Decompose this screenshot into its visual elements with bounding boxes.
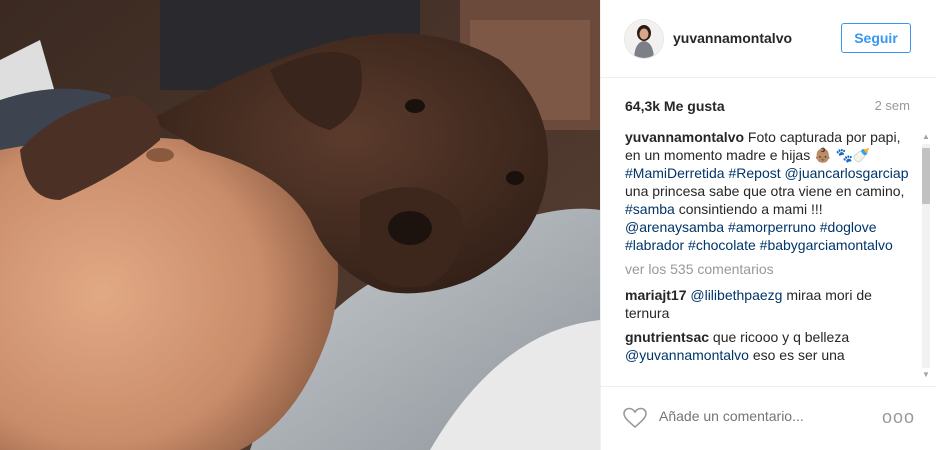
hashtag-repost[interactable]: #Repost	[728, 165, 780, 181]
comment-text: que ricooo y q belleza	[712, 329, 850, 345]
hashtag-labrador[interactable]: #labrador	[625, 237, 684, 253]
comment-mention[interactable]: @lilibethpaezg	[690, 287, 782, 303]
comment-item: gnutrientsac que ricooo y q belleza @yuv…	[625, 328, 909, 364]
comments-scrollbar[interactable]: ▲ ▼	[919, 132, 933, 380]
post-time[interactable]: 2 sem	[875, 98, 910, 113]
post-side-panel: yuvannamontalvo Seguir 64,3k Me gusta 2 …	[600, 0, 936, 450]
view-all-comments-link[interactable]: ver los 535 comentarios	[625, 260, 909, 278]
instagram-post: yuvannamontalvo Seguir 64,3k Me gusta 2 …	[0, 0, 936, 450]
caption-username[interactable]: yuvannamontalvo	[625, 129, 744, 145]
hashtag-samba[interactable]: #samba	[625, 201, 675, 217]
photo-dog-and-belly	[0, 0, 600, 450]
mention-arenaysamba[interactable]: @arenaysamba	[625, 219, 724, 235]
more-options-icon[interactable]: ooo	[882, 408, 915, 426]
hashtag-chocolate[interactable]: #chocolate	[688, 237, 756, 253]
add-comment-input[interactable]	[659, 408, 869, 424]
add-comment-bar: ooo	[601, 386, 936, 450]
caption-text-2: una princesa sabe que otra viene en cami…	[625, 183, 905, 199]
avatar-image	[625, 20, 663, 58]
mention-juancarlosgarciap[interactable]: @juancarlosgarciap	[785, 165, 909, 181]
hashtag-babygarciamontalvo[interactable]: #babygarciamontalvo	[760, 237, 893, 253]
follow-button[interactable]: Seguir	[841, 23, 911, 53]
post-header: yuvannamontalvo Seguir	[601, 0, 936, 78]
scroll-up-arrow-icon[interactable]: ▲	[921, 132, 931, 142]
post-caption: yuvannamontalvo Foto capturada por papi,…	[625, 128, 909, 254]
comments-list: yuvannamontalvo Foto capturada por papi,…	[625, 128, 909, 380]
caption-text-3: consintiendo a mami !!!	[678, 201, 823, 217]
comment-username[interactable]: gnutrientsac	[625, 329, 709, 345]
comment-item: mariajt17 @lilibethpaezg miraa mori de t…	[625, 286, 909, 322]
post-photo[interactable]	[0, 0, 600, 450]
comment-mention[interactable]: @yuvannamontalvo	[625, 347, 749, 363]
hashtag-doglove[interactable]: #doglove	[820, 219, 877, 235]
post-username[interactable]: yuvannamontalvo	[673, 30, 792, 46]
hashtag-amorperruno[interactable]: #amorperruno	[728, 219, 816, 235]
profile-avatar[interactable]	[624, 19, 664, 59]
heart-icon[interactable]	[623, 407, 647, 429]
likes-count[interactable]: 64,3k Me gusta	[625, 98, 725, 114]
caption-emoji: 🐾🍼	[835, 147, 871, 163]
comment-text: eso es ser una	[752, 347, 845, 363]
hashtag-mamiderretida[interactable]: #MamiDerretida	[625, 165, 725, 181]
comment-username[interactable]: mariajt17	[625, 287, 686, 303]
scroll-thumb[interactable]	[922, 148, 930, 204]
scroll-down-arrow-icon[interactable]: ▼	[921, 370, 931, 380]
